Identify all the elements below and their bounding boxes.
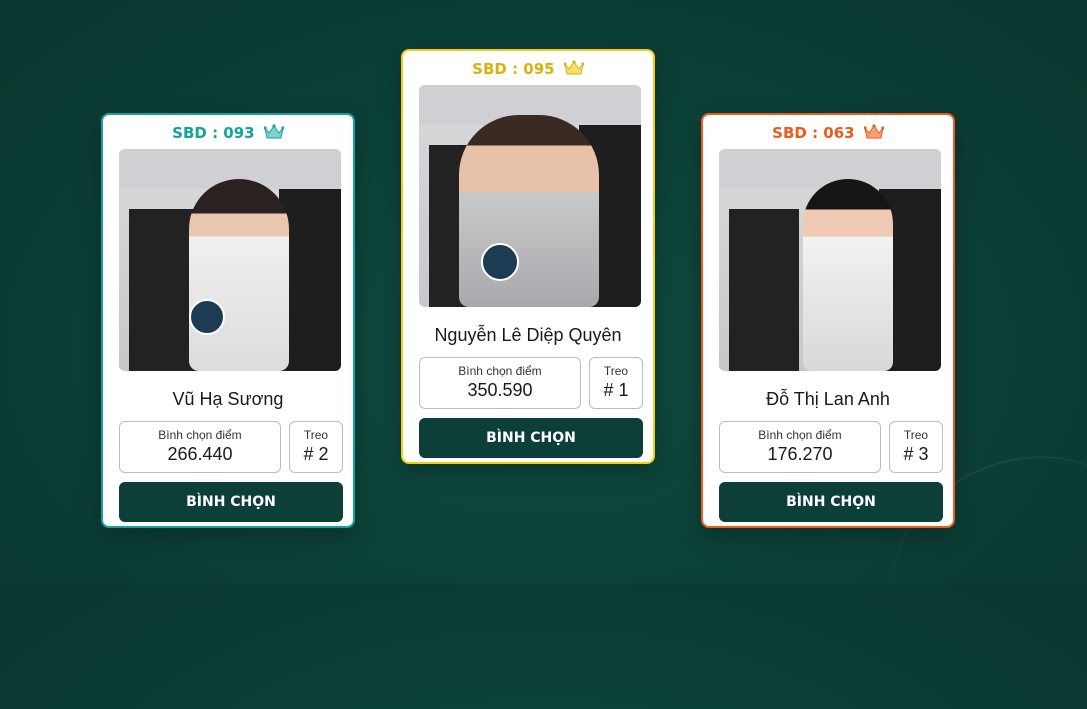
sbd-label: SBD : 093 <box>172 124 255 142</box>
vote-score-value: 266.440 <box>167 444 233 464</box>
rank-value: # 3 <box>903 444 929 464</box>
contestant-name: Nguyễn Lê Diệp Quyên <box>434 325 622 345</box>
contestant-name: Vũ Hạ Sương <box>172 389 284 409</box>
contestant-card-093: SBD : 093 Vũ Hạ Sương Bình chọn điểm 266… <box>101 113 355 528</box>
rank-box: Treo # 3 <box>889 421 943 473</box>
vote-score-box: Bình chọn điểm 350.590 <box>419 357 581 409</box>
number-badge-icon <box>481 243 519 281</box>
contestant-photo[interactable] <box>419 85 641 307</box>
contestant-sbd: SBD : 093 <box>103 123 353 143</box>
crown-icon <box>563 60 584 75</box>
vote-score-value: 350.590 <box>467 380 533 400</box>
vote-button[interactable]: BÌNH CHỌN <box>419 418 643 458</box>
rank-value: # 2 <box>303 444 329 464</box>
contestant-name: Đỗ Thị Lan Anh <box>766 389 890 409</box>
vote-button[interactable]: BÌNH CHỌN <box>119 482 343 522</box>
vote-button[interactable]: BÌNH CHỌN <box>719 482 943 522</box>
vote-score-label: Bình chọn điểm <box>458 364 542 378</box>
contestant-photo[interactable] <box>719 149 941 371</box>
contestant-sbd: SBD : 063 <box>703 123 953 143</box>
contestant-card-095: SBD : 095 Nguyễn Lê Diệp Quyên Bình chọn… <box>401 49 655 464</box>
number-badge-icon <box>189 299 225 335</box>
vote-score-label: Bình chọn điểm <box>158 428 242 442</box>
contestant-card-063: SBD : 063 Đỗ Thị Lan Anh Bình chọn điểm … <box>701 113 955 528</box>
crown-icon <box>863 124 884 139</box>
vote-score-box: Bình chọn điểm 266.440 <box>119 421 281 473</box>
rank-label: Treo <box>603 364 629 378</box>
rank-value: # 1 <box>603 380 629 400</box>
vote-score-label: Bình chọn điểm <box>758 428 842 442</box>
sbd-label: SBD : 063 <box>772 124 855 142</box>
sbd-label: SBD : 095 <box>472 60 555 78</box>
crown-icon <box>263 124 284 139</box>
contestant-sbd: SBD : 095 <box>403 59 653 79</box>
rank-label: Treo <box>303 428 329 442</box>
rank-box: Treo # 1 <box>589 357 643 409</box>
vote-score-box: Bình chọn điểm 176.270 <box>719 421 881 473</box>
vote-score-value: 176.270 <box>767 444 833 464</box>
rank-label: Treo <box>903 428 929 442</box>
contestant-photo[interactable] <box>119 149 341 371</box>
rank-box: Treo # 2 <box>289 421 343 473</box>
